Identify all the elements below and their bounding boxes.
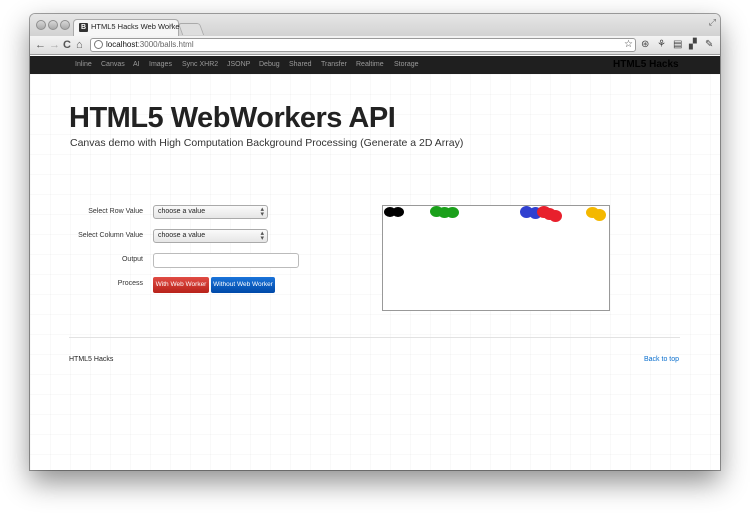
- wrench-icon[interactable]: ✎: [705, 37, 713, 52]
- back-to-top-link[interactable]: Back to top: [644, 356, 679, 363]
- select-arrows-icon: ▴ ▾: [260, 230, 264, 242]
- nav-item-realtime[interactable]: Realtime: [356, 61, 384, 68]
- extension-icon[interactable]: ▤: [673, 37, 682, 52]
- nav-item-debug[interactable]: Debug: [259, 61, 280, 68]
- nav-item-images[interactable]: Images: [149, 61, 172, 68]
- browser-tab[interactable]: B HTML5 Hacks Web Workers ×: [73, 19, 186, 36]
- nav-item-ai[interactable]: AI: [133, 61, 140, 68]
- close-window-button[interactable]: [36, 20, 46, 30]
- nav-item-jsonp[interactable]: JSONP: [227, 61, 250, 68]
- tab-bar: B HTML5 Hacks Web Workers × ⤢: [30, 14, 720, 36]
- balls-canvas[interactable]: [382, 205, 610, 311]
- select-arrows-icon: ▴ ▾: [260, 206, 264, 218]
- address-bar[interactable]: localhost:3000/balls.html: [90, 38, 636, 52]
- brand-link[interactable]: HTML5 Hacks: [613, 59, 679, 70]
- row-select-value: choose a value: [158, 208, 206, 215]
- fullscreen-icon[interactable]: ⤢: [709, 17, 716, 28]
- column-select[interactable]: choose a value ▴ ▾: [153, 229, 268, 243]
- zoom-window-button[interactable]: [60, 20, 70, 30]
- nav-item-inline[interactable]: Inline: [75, 61, 92, 68]
- output-textarea[interactable]: [153, 253, 299, 268]
- minimize-window-button[interactable]: [48, 20, 58, 30]
- url-text: localhost:3000/balls.html: [106, 40, 194, 49]
- extension-icon[interactable]: ⚘: [657, 37, 666, 52]
- home-icon[interactable]: ⌂: [76, 38, 83, 52]
- back-icon[interactable]: ←: [35, 38, 46, 52]
- output-label: Output: [121, 256, 143, 263]
- process-label: Process: [117, 280, 143, 287]
- page-content: HTML5 WebWorkers API Canvas demo with Hi…: [30, 74, 720, 470]
- ball-black: [392, 207, 404, 217]
- browser-toolbar: ← → C ⌂ localhost:3000/balls.html ☆ ⊛ ⚘ …: [30, 36, 720, 55]
- with-web-worker-button[interactable]: With Web Worker: [153, 277, 209, 293]
- ball-red: [549, 210, 562, 222]
- nav-item-storage[interactable]: Storage: [394, 61, 419, 68]
- footer-divider: [69, 337, 680, 338]
- favicon: B: [79, 23, 88, 32]
- without-web-worker-button[interactable]: Without Web Worker: [211, 277, 275, 293]
- ball-green: [446, 207, 459, 218]
- column-label: Select Column Value: [78, 232, 143, 239]
- reload-icon[interactable]: C: [63, 38, 71, 52]
- browser-window: B HTML5 Hacks Web Workers × ⤢ ← → C ⌂ lo…: [30, 14, 720, 470]
- site-navbar: Inline Canvas AI Images Sync XHR2 JSONP …: [30, 56, 720, 74]
- page-subtitle: Canvas demo with High Computation Backgr…: [70, 137, 464, 149]
- nav-item-shared[interactable]: Shared: [289, 61, 312, 68]
- extension-icon[interactable]: ⊛: [641, 37, 649, 52]
- page-info-icon[interactable]: [94, 40, 103, 49]
- nav-item-canvas[interactable]: Canvas: [101, 61, 125, 68]
- nav-item-sync-xhr2[interactable]: Sync XHR2: [182, 61, 218, 68]
- row-label: Select Row Value: [88, 208, 143, 215]
- new-tab-button[interactable]: [177, 23, 205, 35]
- nav-item-transfer[interactable]: Transfer: [321, 61, 347, 68]
- tab-close-icon[interactable]: ×: [168, 21, 173, 30]
- star-icon[interactable]: ☆: [624, 37, 633, 52]
- forward-icon[interactable]: →: [49, 38, 60, 52]
- ball-yellow: [593, 209, 606, 221]
- row-select[interactable]: choose a value ▴ ▾: [153, 205, 268, 219]
- footer-brand: HTML5 Hacks: [69, 356, 114, 363]
- extension-icon[interactable]: ▞: [689, 37, 697, 52]
- column-select-value: choose a value: [158, 232, 206, 239]
- page-title: HTML5 WebWorkers API: [69, 102, 396, 134]
